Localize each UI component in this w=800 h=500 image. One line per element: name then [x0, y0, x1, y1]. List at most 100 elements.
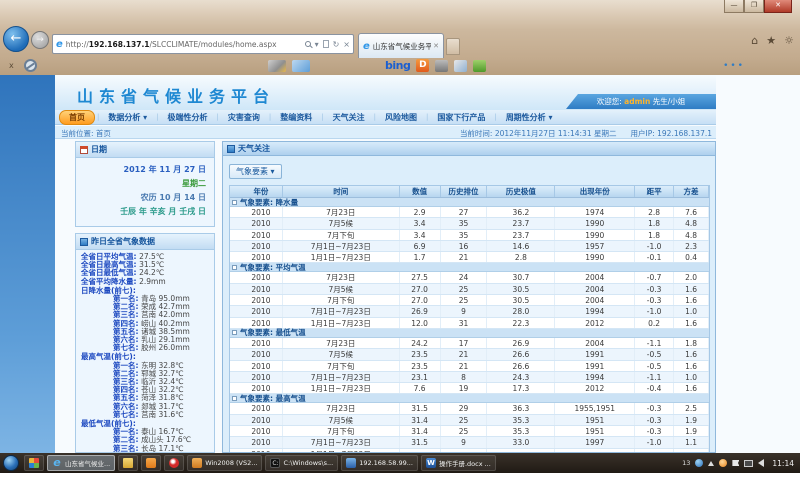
- date-line-0: 2012 年 11 月 27 日: [76, 163, 206, 177]
- taskbar-task-1[interactable]: e山东省气候业...: [47, 455, 115, 471]
- taskbar-task-4[interactable]: [164, 455, 184, 471]
- cell: 1.0: [674, 306, 709, 316]
- section-row-2[interactable]: 气象要素: 最低气温: [230, 329, 709, 338]
- cell: 7月1日~7月23日: [283, 306, 400, 316]
- stop-icon[interactable]: ×: [343, 40, 350, 49]
- toolbar-close-icon[interactable]: x: [9, 61, 14, 70]
- camera-icon[interactable]: [435, 60, 448, 72]
- table-row[interactable]: 20107月5候31.42535.31951-0.31.9: [230, 415, 709, 426]
- cell: 2010: [240, 383, 283, 393]
- favorites-star-icon[interactable]: ★: [766, 34, 776, 47]
- toolbar-card-icon[interactable]: [268, 60, 286, 72]
- cell: 31.4: [400, 415, 441, 425]
- cell: 2010: [240, 318, 283, 328]
- browser-nav-row: ← → e http://192.168.137.1/SLCCLIMATE/mo…: [0, 30, 800, 58]
- table-row[interactable]: 20107月下旬3.43523.719901.84.8: [230, 230, 709, 241]
- toolbar-mail-icon[interactable]: [292, 60, 310, 72]
- table-row[interactable]: 20107月1日~7月23日23.1824.31994-1.11.0: [230, 372, 709, 383]
- nav-item-0[interactable]: 首页: [59, 110, 95, 125]
- section-checkbox[interactable]: [232, 265, 237, 270]
- url-text[interactable]: http://192.168.137.1/SLCCLIMATE/modules/…: [66, 40, 305, 49]
- section-row-0[interactable]: 气象要素: 降水量: [230, 198, 709, 207]
- tray-show-hidden-icon[interactable]: [708, 461, 714, 466]
- nav-item-8[interactable]: 周期性分析 ▾: [497, 111, 562, 124]
- cell: 31: [441, 318, 488, 328]
- taskbar-task-3[interactable]: [141, 455, 161, 471]
- weather-panel-body: 全省日平均气温: 27.5℃全省日最高气温: 31.5℃全省日最低气温: 24.…: [76, 250, 214, 453]
- table-row[interactable]: 20107月5候3.43523.719901.84.8: [230, 218, 709, 229]
- nav-item-6[interactable]: 风险地图: [376, 111, 426, 124]
- nav-item-7[interactable]: 国家下行产品: [428, 111, 494, 124]
- new-tab-button[interactable]: [446, 38, 460, 55]
- search-icon[interactable]: [305, 41, 311, 47]
- tray-globe-icon[interactable]: [695, 459, 703, 467]
- docin-icon[interactable]: D: [416, 59, 429, 72]
- section-row-3[interactable]: 气象要素: 最高气温: [230, 394, 709, 403]
- more-dots-icon[interactable]: •••: [723, 61, 745, 71]
- table-row[interactable]: 20107月1日~7月23日31.5933.01997-1.01.1: [230, 437, 709, 448]
- table-row[interactable]: 20107月23日24.21726.92004-1.11.8: [230, 338, 709, 349]
- cell: 2010: [240, 437, 283, 447]
- dropdown-arrow-icon[interactable]: ▾: [315, 40, 319, 49]
- cell: -0.3: [635, 284, 674, 294]
- compatibility-icon[interactable]: [323, 40, 329, 48]
- taskbar-clock[interactable]: 11:14: [772, 459, 794, 468]
- cell: 2010: [240, 272, 283, 282]
- nav-item-4[interactable]: 整编资料: [271, 111, 321, 124]
- tray-action-center-flag-icon[interactable]: [732, 460, 739, 466]
- nav-item-2[interactable]: 极端性分析: [159, 111, 217, 124]
- taskbar-task-2[interactable]: [118, 455, 138, 471]
- taskbar-task-5[interactable]: Win2008 (VS2...: [187, 455, 262, 471]
- close-button[interactable]: ✕: [764, 0, 792, 13]
- blocked-icon[interactable]: [24, 59, 37, 72]
- cell: -0.1: [635, 252, 674, 262]
- settings-gear-icon[interactable]: ☼: [784, 34, 794, 47]
- start-button[interactable]: [3, 455, 19, 471]
- address-bar[interactable]: e http://192.168.137.1/SLCCLIMATE/module…: [52, 34, 354, 54]
- forward-button[interactable]: →: [31, 31, 49, 49]
- nav-item-1[interactable]: 数据分析 ▾: [99, 111, 156, 124]
- nav-item-5[interactable]: 天气关注: [324, 111, 374, 124]
- maximize-button[interactable]: ❐: [744, 0, 764, 13]
- section-checkbox[interactable]: [232, 330, 237, 335]
- table-row[interactable]: 20107月23日2.92736.219742.87.6: [230, 207, 709, 218]
- table-row[interactable]: 20107月下旬31.42535.31951-0.31.9: [230, 426, 709, 437]
- home-icon[interactable]: ⌂: [751, 34, 758, 47]
- tray-network-icon[interactable]: [744, 460, 753, 467]
- addon-puzzle-icon[interactable]: [473, 60, 486, 72]
- section-checkbox[interactable]: [232, 396, 237, 401]
- table-row[interactable]: 20107月1日~7月23日26.9928.01994-1.01.0: [230, 306, 709, 317]
- refresh-icon[interactable]: ↻: [333, 40, 340, 49]
- table-row[interactable]: 20107月下旬23.52126.61991-0.51.6: [230, 361, 709, 372]
- tray-volume-icon[interactable]: [758, 459, 764, 467]
- minimize-button[interactable]: —: [724, 0, 744, 13]
- table-row[interactable]: 20107月23日31.52936.31955,1951-0.32.5: [230, 403, 709, 414]
- taskbar-task-8[interactable]: W操作手册.docx ...: [421, 455, 496, 471]
- tray-sogou-icon[interactable]: [719, 459, 727, 467]
- cell: 2.9: [400, 207, 441, 217]
- table-row[interactable]: 20107月下旬27.02530.52004-0.31.6: [230, 295, 709, 306]
- back-button[interactable]: ←: [3, 26, 29, 52]
- table-row[interactable]: 20107月5候27.02530.52004-0.31.6: [230, 284, 709, 295]
- tab-close-icon[interactable]: ✕: [433, 42, 439, 50]
- section-checkbox[interactable]: [232, 200, 237, 205]
- taskbar-task-7[interactable]: 192.168.58.99...: [341, 455, 418, 471]
- table-row[interactable]: 20107月1日~7月23日6.91614.61957-1.02.3: [230, 241, 709, 252]
- table-row[interactable]: 20107月5候23.52126.61991-0.51.6: [230, 349, 709, 360]
- nav-item-3[interactable]: 灾害查询: [219, 111, 269, 124]
- cell: 2010: [240, 403, 283, 413]
- element-filter-button[interactable]: 气象要素 ▾: [229, 164, 282, 179]
- tab-favicon: e: [363, 41, 370, 52]
- cell: -0.4: [635, 383, 674, 393]
- brush-icon[interactable]: [454, 60, 467, 72]
- browser-tab[interactable]: e 山东省气候业务平... ✕: [358, 33, 444, 58]
- table-row[interactable]: 20107月23日27.52430.72004-0.72.0: [230, 272, 709, 283]
- gutter-cell: [230, 230, 240, 240]
- section-row-1[interactable]: 气象要素: 平均气温: [230, 263, 709, 272]
- bing-logo[interactable]: bing: [385, 59, 410, 72]
- task-label: Win2008 (VS2...: [205, 459, 257, 467]
- cell: 23.1: [400, 372, 441, 382]
- cell: 7月5候: [283, 284, 400, 294]
- taskbar-task-6[interactable]: C:C:\Windows\s...: [265, 455, 338, 471]
- taskbar-task-0[interactable]: [24, 455, 44, 471]
